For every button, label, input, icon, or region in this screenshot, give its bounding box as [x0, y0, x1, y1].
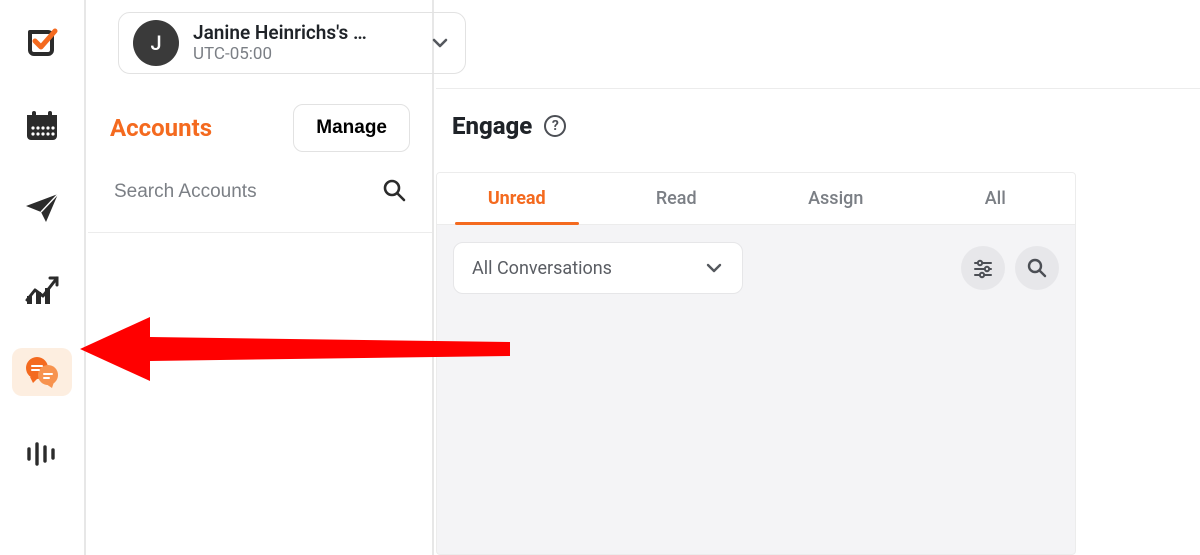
- engage-header: Engage ?: [452, 112, 566, 140]
- top-divider: [436, 88, 1200, 89]
- help-icon[interactable]: ?: [544, 115, 566, 137]
- manage-button[interactable]: Manage: [293, 104, 410, 152]
- accounts-search-row: [88, 170, 432, 226]
- icon-rail: [0, 0, 86, 555]
- avatar: J: [133, 20, 179, 66]
- chevron-down-icon: [704, 258, 724, 278]
- search-icon: [1026, 257, 1048, 279]
- tab-all[interactable]: All: [916, 173, 1076, 224]
- tab-unread[interactable]: Unread: [437, 173, 597, 224]
- audio-wave-icon: [25, 441, 59, 467]
- engage-tabs: Unread Read Assign All: [437, 173, 1075, 225]
- analytics-icon: [24, 274, 60, 306]
- accounts-title: Accounts: [110, 114, 212, 142]
- sliders-icon: [972, 257, 994, 279]
- conversation-filter-label: All Conversations: [472, 258, 612, 279]
- filter-row: All Conversations: [437, 225, 1075, 311]
- tab-assign[interactable]: Assign: [756, 173, 916, 224]
- rail-engage[interactable]: [12, 348, 72, 396]
- search-icon[interactable]: [382, 178, 406, 206]
- rail-send[interactable]: [12, 184, 72, 232]
- chevron-down-icon: [429, 32, 451, 54]
- engage-title: Engage: [452, 112, 532, 140]
- tab-read[interactable]: Read: [597, 173, 757, 224]
- accounts-panel: J Janine Heinrichs's … UTC-05:00 Account…: [88, 0, 434, 555]
- search-accounts-input[interactable]: [114, 181, 382, 203]
- accounts-header: Accounts Manage: [88, 74, 432, 170]
- rail-logo[interactable]: [12, 20, 72, 68]
- account-name: Janine Heinrichs's …: [193, 21, 415, 45]
- divider: [88, 232, 432, 233]
- chat-bubbles-icon: [24, 355, 60, 389]
- rail-analytics[interactable]: [12, 266, 72, 314]
- conversation-filter[interactable]: All Conversations: [453, 242, 743, 294]
- search-conversations-button[interactable]: [1015, 246, 1059, 290]
- paper-plane-icon: [24, 192, 60, 224]
- account-text: Janine Heinrichs's … UTC-05:00: [193, 21, 415, 66]
- calendar-icon: [25, 110, 59, 142]
- account-selector[interactable]: J Janine Heinrichs's … UTC-05:00: [118, 12, 466, 74]
- logo-checkmark-icon: [23, 25, 61, 63]
- filter-settings-button[interactable]: [961, 246, 1005, 290]
- account-timezone: UTC-05:00: [193, 44, 415, 65]
- engage-card: Unread Read Assign All All Conversations: [436, 172, 1076, 555]
- rail-audio[interactable]: [12, 430, 72, 478]
- rail-calendar[interactable]: [12, 102, 72, 150]
